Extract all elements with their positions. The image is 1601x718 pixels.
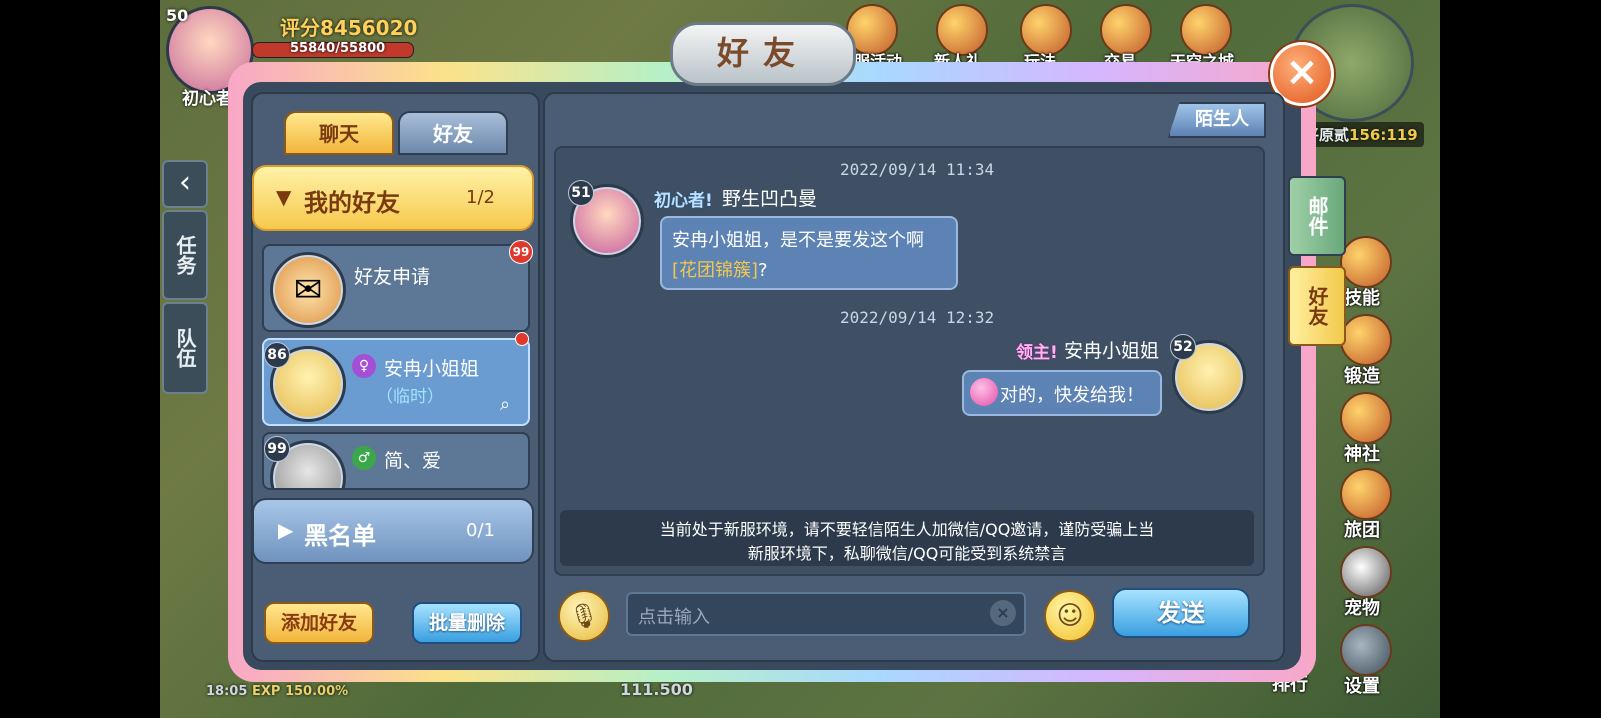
collapsed-triangle-icon: ▶ [278,518,294,542]
dialog-title-plate: 好友 [670,22,856,86]
friend-request-badge: 99 [509,240,533,264]
skill-icon[interactable] [1340,236,1392,288]
pink-slime-emoji-icon [970,378,998,406]
expand-triangle-icon: ▼ [276,185,292,209]
hud-right-settings[interactable]: 设置 [1344,672,1380,698]
tab-chat[interactable]: 聊天 [284,111,394,155]
tab-friends[interactable]: 好友 [398,111,508,155]
group-blacklist[interactable]: ▶ 黑名单 0/1 [252,498,534,564]
batch-delete-button[interactable]: 批量删除 [412,602,522,644]
panda-pet-icon[interactable] [1340,546,1392,598]
envelope-icon: ✉ [270,252,346,328]
group-my-friends-count: 1/2 [466,187,495,208]
hud-tab-team[interactable]: 队伍 [162,302,208,394]
system-notice: 当前处于新服环境，请不要轻信陌生人加微信/QQ邀请，谨防受骗上当 新服环境下，私… [560,510,1254,566]
friend-level: 99 [264,436,290,462]
minimap-coords: 平原贰156:119 [1298,122,1424,147]
smiley-face-icon: ☺ [1056,601,1084,631]
gender-female-icon: ♀ [352,354,376,378]
group-blacklist-count: 0/1 [466,520,495,541]
friend-request-card[interactable]: ✉ 好友申请 [262,244,530,332]
notice-line-2: 新服环境下，私聊微信/QQ可能受到系统禁言 [747,544,1067,563]
friend-name: 简、爱 [384,450,442,472]
collapse-arrow-button[interactable]: ‹ [162,160,208,208]
voice-button[interactable]: 🎙 [558,590,610,642]
forge-icon[interactable] [1340,314,1392,366]
friend-name: 安冉小姐姐 [384,358,480,380]
hp-text: 55840/55800 [290,41,386,56]
friend-request-label: 好友申请 [354,266,431,288]
message-suffix: ? [758,260,768,281]
chat-input-placeholder: 点击输入 [638,607,710,628]
stranger-tag: 陌生人 [1168,102,1266,138]
message-text: 安冉小姐姐，是不是要发这个啊 [672,230,924,251]
bottom-value: 111.500 [620,680,693,699]
friend-item[interactable]: 99 ♂ 简、爱 [262,432,530,490]
dialog-title: 好友 [716,34,809,72]
message-bubble[interactable]: 安冉小姐姐，是不是要发这个啊 [花团锦簇]? [660,216,958,290]
tab-chat-label: 聊天 [319,122,359,146]
search-icon[interactable]: ⌕ [500,394,510,415]
sender-name: 野生凹凸曼 [722,188,818,210]
battery-time: 18:05 [206,684,248,699]
side-tab-mail[interactable]: 邮件 [1288,176,1346,256]
player-name: 初心者 [182,89,233,109]
side-tab-friends[interactable]: 好友 [1288,266,1346,346]
friend-sub: （临时） [376,387,444,407]
title-badge: 初心者! [654,191,713,211]
message-timestamp: 2022/09/14 12:32 [840,308,995,327]
clear-input-icon[interactable]: × [990,600,1016,626]
brigade-icon[interactable] [1340,468,1392,520]
stranger-tag-label: 陌生人 [1195,109,1249,130]
close-icon: × [1285,49,1319,95]
add-friend-button[interactable]: 添加好友 [264,602,374,644]
player-level: 50 [166,6,189,25]
group-my-friends[interactable]: ▼ 我的好友 1/2 [252,165,534,231]
score-label: 评分 [280,16,320,40]
item-link[interactable]: [花团锦簇] [672,260,758,281]
sender-level: 52 [1170,334,1196,360]
friend-item[interactable]: 86 ♀ 安冉小姐姐 （临时） ⌕ [262,338,530,426]
exp-text: EXP 150.00% [252,684,349,699]
online-dot-icon [515,332,529,346]
gender-male-icon: ♂ [352,446,376,470]
message-text: 对的，快发给我！ [1000,385,1144,406]
shrine-icon[interactable] [1340,392,1392,444]
score-area: 评分8456020 [280,12,417,41]
tab-friends-label: 好友 [433,122,473,146]
group-my-friends-label: 我的好友 [304,189,400,217]
hud-right-shrine[interactable]: 神社 [1344,440,1380,466]
emoji-button[interactable]: ☺ [1044,590,1096,642]
sender-name: 安冉小姐姐 [1064,340,1160,362]
hud-tab-task[interactable]: 任务 [162,210,208,300]
group-blacklist-label: 黑名单 [304,522,376,550]
title-badge: 领主! [1016,343,1058,363]
settings-icon[interactable] [1340,624,1392,676]
hud-right-forge[interactable]: 锻造 [1344,362,1380,388]
hud-right-brigade[interactable]: 旅团 [1344,516,1380,542]
message-timestamp: 2022/09/14 11:34 [840,160,995,179]
message-bubble[interactable]: 对的，快发给我！ [962,370,1162,416]
chat-input[interactable]: 点击输入 × [626,592,1026,636]
hud-right-pet[interactable]: 宠物 [1344,594,1380,620]
map-coords: 156:119 [1349,126,1418,144]
microphone-icon: 🎙 [568,602,600,630]
message-line-2: [花团锦簇]? [672,256,768,282]
send-button[interactable]: 发送 [1112,588,1250,638]
friend-level: 86 [264,342,290,368]
sender-level: 51 [568,180,594,206]
hud-right-skill[interactable]: 技能 [1344,284,1380,310]
score-value: 8456020 [320,16,418,40]
top-menu: 开服活动 新人礼 玩法 交易 天空之城 [830,4,1250,71]
notice-line-1: 当前处于新服环境，请不要轻信陌生人加微信/QQ邀请，谨防受骗上当 [659,520,1155,539]
